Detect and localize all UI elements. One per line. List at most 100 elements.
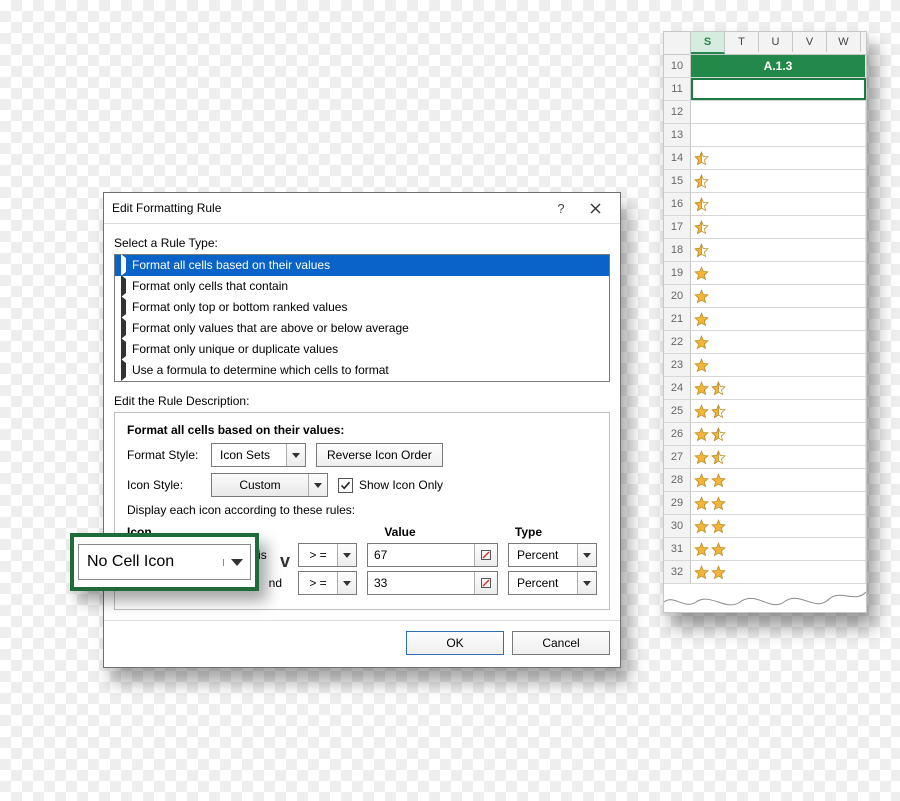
data-cell[interactable] bbox=[691, 147, 866, 169]
data-cell[interactable] bbox=[691, 423, 866, 445]
rule-type-list[interactable]: Format all cells based on their valuesFo… bbox=[114, 254, 610, 382]
row-header[interactable]: 19 bbox=[664, 262, 691, 284]
row-header[interactable]: 14 bbox=[664, 147, 691, 169]
rule-type-option[interactable]: Format only values that are above or bel… bbox=[115, 318, 609, 339]
star-full-icon bbox=[694, 335, 709, 350]
data-cell[interactable] bbox=[691, 170, 866, 192]
row-header[interactable]: 15 bbox=[664, 170, 691, 192]
rule-type-option[interactable]: Format all cells based on their values bbox=[115, 255, 609, 276]
format-style-select[interactable]: Icon Sets bbox=[211, 443, 306, 467]
data-cell[interactable] bbox=[691, 377, 866, 399]
data-cell[interactable] bbox=[691, 331, 866, 353]
star-half-icon bbox=[711, 404, 726, 419]
type-select[interactable]: Percent bbox=[508, 571, 597, 595]
star-full-icon bbox=[694, 473, 709, 488]
row-header[interactable]: 24 bbox=[664, 377, 691, 399]
row-header[interactable]: 12 bbox=[664, 101, 691, 123]
rule-type-option[interactable]: Format only unique or duplicate values bbox=[115, 339, 609, 360]
data-cell[interactable] bbox=[691, 239, 866, 261]
chevron-down-icon bbox=[577, 572, 596, 594]
column-header[interactable]: U bbox=[759, 32, 793, 52]
row-header[interactable]: 29 bbox=[664, 492, 691, 514]
pointer-icon bbox=[121, 341, 126, 358]
chevron-down-icon bbox=[223, 559, 250, 566]
row-header[interactable]: 17 bbox=[664, 216, 691, 238]
data-cell[interactable] bbox=[691, 400, 866, 422]
row-header[interactable]: 27 bbox=[664, 446, 691, 468]
row-header[interactable]: 32 bbox=[664, 561, 691, 583]
row-header[interactable]: 22 bbox=[664, 331, 691, 353]
title-cell[interactable]: A.1.3 bbox=[691, 55, 866, 77]
data-cell[interactable] bbox=[691, 285, 866, 307]
grid-row: 22 bbox=[664, 331, 866, 354]
data-cell[interactable] bbox=[691, 561, 866, 583]
data-cell[interactable] bbox=[691, 262, 866, 284]
chevron-down-icon bbox=[337, 544, 356, 566]
data-cell[interactable] bbox=[691, 308, 866, 330]
row-header[interactable]: 23 bbox=[664, 354, 691, 376]
row-header[interactable]: 20 bbox=[664, 285, 691, 307]
star-full-icon bbox=[711, 496, 726, 511]
column-header[interactable]: W bbox=[827, 32, 861, 52]
icon-style-select[interactable]: Custom bbox=[211, 473, 328, 497]
rule-type-option[interactable]: Use a formula to determine which cells t… bbox=[115, 360, 609, 381]
rule-type-option[interactable]: Format only top or bottom ranked values bbox=[115, 297, 609, 318]
row-header[interactable]: 30 bbox=[664, 515, 691, 537]
range-picker-button[interactable] bbox=[474, 544, 497, 566]
row-header[interactable]: 21 bbox=[664, 308, 691, 330]
grid-row: 28 bbox=[664, 469, 866, 492]
row-header[interactable]: 25 bbox=[664, 400, 691, 422]
data-cell[interactable] bbox=[691, 78, 866, 100]
value-input[interactable] bbox=[367, 571, 498, 595]
format-style-label: Format Style: bbox=[127, 448, 201, 462]
row-header[interactable]: 13 bbox=[664, 124, 691, 146]
no-cell-icon-select[interactable]: No Cell Icon bbox=[78, 544, 251, 580]
spreadsheet-preview: STUVW 10A.1.3111213141516171819202122232… bbox=[663, 31, 867, 613]
row-header[interactable]: 10 bbox=[664, 55, 691, 77]
range-picker-button[interactable] bbox=[474, 572, 497, 594]
data-cell[interactable] bbox=[691, 469, 866, 491]
operator-select[interactable]: > = bbox=[298, 543, 357, 567]
data-cell[interactable] bbox=[691, 515, 866, 537]
value-input[interactable] bbox=[367, 543, 498, 567]
row-header[interactable]: 11 bbox=[664, 78, 691, 100]
data-cell[interactable] bbox=[691, 354, 866, 376]
column-header[interactable]: T bbox=[725, 32, 759, 52]
grid-row: 26 bbox=[664, 423, 866, 446]
data-cell[interactable] bbox=[691, 538, 866, 560]
show-icon-only-checkbox[interactable]: Show Icon Only bbox=[338, 478, 443, 493]
pointer-icon bbox=[121, 278, 126, 295]
dialog-titlebar: Edit Formatting Rule ? bbox=[104, 193, 620, 224]
ok-button[interactable]: OK bbox=[406, 631, 504, 655]
grid-row: 18 bbox=[664, 239, 866, 262]
row-header[interactable]: 26 bbox=[664, 423, 691, 445]
close-button[interactable] bbox=[578, 196, 612, 220]
data-cell[interactable] bbox=[691, 492, 866, 514]
star-half-icon bbox=[694, 174, 709, 189]
column-headers: STUVW bbox=[664, 32, 866, 55]
grid-row: 16 bbox=[664, 193, 866, 216]
data-cell[interactable] bbox=[691, 124, 866, 146]
grid-row: 12 bbox=[664, 101, 866, 124]
row-header[interactable]: 31 bbox=[664, 538, 691, 560]
column-header[interactable]: S bbox=[691, 32, 725, 54]
grid-row: 23 bbox=[664, 354, 866, 377]
help-button[interactable]: ? bbox=[544, 196, 578, 220]
reverse-icon-order-button[interactable]: Reverse Icon Order bbox=[316, 443, 443, 467]
data-cell[interactable] bbox=[691, 101, 866, 123]
data-cell[interactable] bbox=[691, 193, 866, 215]
row-header[interactable]: 28 bbox=[664, 469, 691, 491]
star-full-icon bbox=[694, 450, 709, 465]
row-header[interactable]: 16 bbox=[664, 193, 691, 215]
type-select[interactable]: Percent bbox=[508, 543, 597, 567]
data-cell[interactable] bbox=[691, 216, 866, 238]
chevron-down-icon bbox=[286, 444, 305, 466]
data-cell[interactable] bbox=[691, 446, 866, 468]
operator-select[interactable]: > = bbox=[298, 571, 357, 595]
rule-type-option[interactable]: Format only cells that contain bbox=[115, 276, 609, 297]
column-header[interactable]: V bbox=[793, 32, 827, 52]
grid-row: 10A.1.3 bbox=[664, 55, 866, 78]
cancel-button[interactable]: Cancel bbox=[512, 631, 610, 655]
grid-row: 27 bbox=[664, 446, 866, 469]
row-header[interactable]: 18 bbox=[664, 239, 691, 261]
